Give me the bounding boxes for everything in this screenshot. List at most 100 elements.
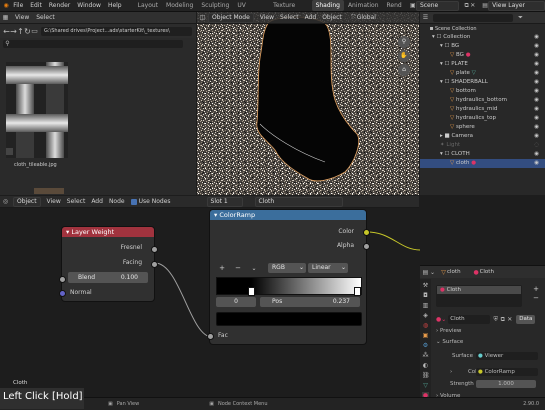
eye-icon[interactable]: ◉ [534,123,539,132]
parent-dir-icon[interactable]: ↑ [17,27,24,35]
tab-rendering[interactable]: Rend [383,0,406,11]
path-field[interactable]: G:\Shared drives\Project...ads\starterKi… [41,26,192,36]
node-menu-node[interactable]: Node [109,198,125,205]
properties-menu-icon[interactable]: ⌄ [429,269,436,276]
expand-arrow-icon[interactable]: ▾ [440,151,443,157]
menu-help[interactable]: Help [108,2,122,9]
facing-output-socket[interactable] [151,261,158,268]
surface-section[interactable]: ⌄ Surface [436,339,463,345]
remove-stop-button[interactable]: − [232,264,244,272]
slot-add-button[interactable]: + [533,285,539,293]
ramp-menu-chevron-icon[interactable]: ⌄ [248,265,260,272]
color-output-socket[interactable] [363,229,370,236]
interpolation-dropdown[interactable]: Linear ⌄ [308,263,348,273]
eye-icon[interactable]: ◉ [534,159,539,168]
slot-dropdown[interactable]: Slot 1 [206,196,243,207]
preview-section[interactable]: › Preview [436,328,461,334]
3d-viewport[interactable]: ◫ Object Mode View Select Add Object ⤧ G… [197,12,419,195]
stop-color-swatch[interactable] [216,312,362,326]
eye-hidden-icon[interactable]: ◌ [534,141,539,150]
remove-scene-icon[interactable]: ✕ [470,2,476,9]
tab-animation[interactable]: Animation [344,0,383,11]
stop-handle-0[interactable] [248,287,255,296]
outliner-item-cloth-collection[interactable]: ▾ ☐ CLOTH ◉ [420,150,545,159]
particles-tab-icon[interactable]: ⁂ [422,352,429,359]
eye-icon[interactable]: ◉ [534,87,539,96]
editor-type-icon[interactable]: ▦ [2,14,9,21]
material-slot-item[interactable]: ● Cloth [437,286,521,294]
filter-icon[interactable]: ⏷ [517,14,524,21]
outliner-item-hydraulics-mid[interactable]: ▽ hydraulics_mid ◉ [420,105,545,114]
eye-icon[interactable]: ◉ [534,60,539,69]
stop-index-field[interactable]: 0 [216,297,256,307]
scene-tab-icon[interactable]: ◈ [422,312,429,319]
material-slot-list[interactable]: ● Cloth [436,285,522,307]
blend-input-socket[interactable] [59,276,66,283]
color-input-field[interactable]: ● ColorRamp [476,368,538,376]
eye-icon[interactable]: ◉ [534,105,539,114]
menu-render[interactable]: Render [49,2,70,9]
outliner-search-input[interactable] [433,13,513,22]
forward-arrow-icon[interactable]: → [10,27,17,35]
view-layer-field[interactable]: View Layer [488,0,545,11]
back-arrow-icon[interactable]: ← [3,27,10,35]
add-stop-button[interactable]: + [216,264,228,272]
strength-field[interactable]: 1.000 [476,380,536,388]
blender-logo-icon[interactable]: ◉ [3,2,9,9]
fresnel-output-socket[interactable] [151,246,158,253]
surface-shader-field[interactable]: ● Viewer [476,352,538,360]
shader-type-dropdown[interactable]: Object [13,196,41,207]
node-editor-type-icon[interactable]: ◎ [2,198,9,205]
outliner-item-bottom[interactable]: ▽ bottom ◉ [420,87,545,96]
scene-field[interactable]: Scene [415,0,460,11]
viewport-gizmo[interactable]: ⚲ ✋ ⌂ [393,34,415,94]
viewport-menu-object[interactable]: Object [322,14,342,21]
color-ramp-node[interactable]: ▾ ColorRamp Color Alpha + − ⌄ RGB ⌄ Linea… [210,210,366,344]
expand-arrow-icon[interactable]: ▾ [440,79,443,85]
tab-texture-paint[interactable]: Texture Paint [269,0,311,20]
position-field[interactable]: Pos 0.237 [260,297,360,307]
use-nodes-checkbox[interactable] [130,198,137,205]
pan-hand-icon[interactable]: ✋ [398,50,410,62]
zoom-icon[interactable]: ⚲ [398,36,410,48]
outliner-item-plate-object[interactable]: ▽ plate ▽ ◉ [420,69,545,78]
orientation-dropdown[interactable]: Global [357,14,376,21]
expand-arrow-icon[interactable]: ▾ [440,61,443,67]
file-thumbnail[interactable] [6,62,68,158]
material-browse-icon[interactable]: ●⌄ [436,316,446,323]
physics-tab-icon[interactable]: ◐ [422,362,429,369]
eye-icon[interactable]: ◉ [534,132,539,141]
outliner-item-camera[interactable]: ▸ ■ Camera ◉ [420,132,545,141]
material-dropdown[interactable]: Cloth [254,196,343,207]
eye-icon[interactable]: ◉ [534,33,539,42]
tab-uv-editing[interactable]: UV Editing [233,0,269,20]
outliner-item-cloth-object[interactable]: ▽ cloth ● ◉ [420,159,545,168]
output-tab-icon[interactable]: ▥ [422,302,429,309]
outliner-item-hydraulics-top[interactable]: ▽ hydraulics_top ◉ [420,114,545,123]
world-tab-icon[interactable]: ◍ [422,322,429,329]
viewport-menu-select[interactable]: Select [280,14,299,21]
unlink-icon[interactable]: ✕ [506,316,513,323]
node-menu-view[interactable]: View [47,198,61,205]
tab-shading[interactable]: Shading [311,0,344,11]
viewport-editor-icon[interactable]: ◫ [199,14,206,21]
layer-weight-header[interactable]: ▾ Layer Weight [62,227,154,237]
color-mode-dropdown[interactable]: RGB ⌄ [268,263,306,273]
normal-input-socket[interactable] [59,290,66,297]
tab-modeling[interactable]: Modeling [162,0,197,11]
new-folder-icon[interactable]: ▭ [31,27,38,35]
eye-icon[interactable]: ◉ [534,96,539,105]
blend-field[interactable]: Blend 0.100 [68,272,148,283]
constraints-tab-icon[interactable]: ⛓ [422,372,430,379]
properties-editor-icon[interactable]: ▤ [422,269,429,276]
layer-weight-node[interactable]: ▾ Layer Weight Fresnel Facing Blend 0.10… [62,227,154,301]
scene-collection-row[interactable]: ▪ Scene Collection [420,24,545,33]
node-menu-add[interactable]: Add [91,198,103,205]
outliner-item-bg-collection[interactable]: ▾ ☐ BG ◉ [420,42,545,51]
color-ramp-gradient[interactable] [216,277,362,295]
file-menu-view[interactable]: View [15,14,29,21]
collapse-arrow-icon[interactable]: ▾ [214,211,217,219]
fac-input-socket[interactable] [207,333,214,340]
viewport-menu-view[interactable]: View [260,14,274,21]
expand-arrow-icon[interactable]: ▾ [432,34,435,40]
